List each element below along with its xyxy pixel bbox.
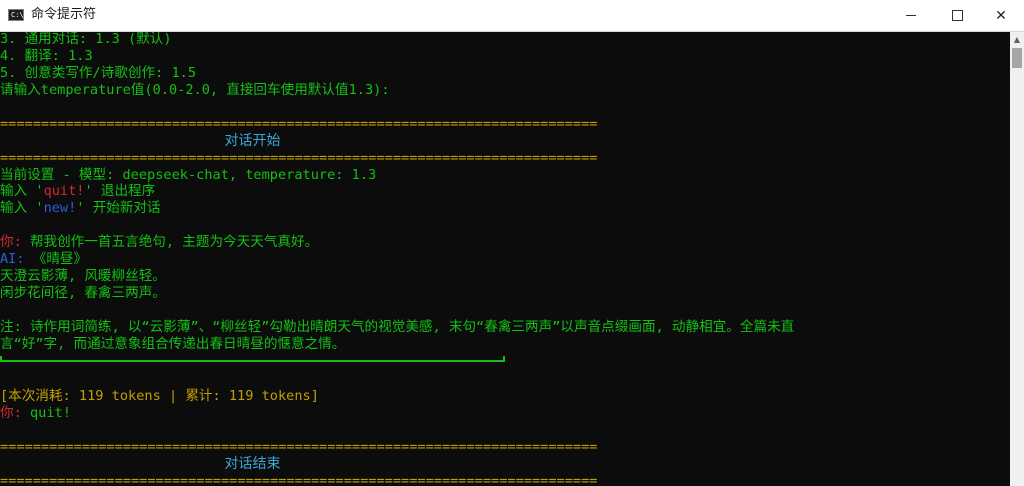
ai-label: AI: (0, 251, 25, 267)
note-line: 注: 诗作用词简练, 以“云影薄”、“柳丝轻”勾勒出晴朗天气的视觉美感, 末句“… (0, 319, 795, 335)
settings-line: 当前设置 - 模型: deepseek-chat, temperature: 1… (0, 167, 377, 183)
terminal-output[interactable]: 3. 通用对话: 1.3 (默认) 4. 翻译: 1.3 5. 创意类写作/诗歌… (0, 32, 1010, 486)
scroll-up-icon[interactable]: ▲ (1010, 32, 1024, 46)
user-text: 帮我创作一首五言绝句, 主题为今天天气真好。 (21, 234, 319, 250)
new-suffix: ' 开始新对话 (76, 200, 161, 216)
vertical-scrollbar[interactable]: ▲ (1010, 32, 1024, 486)
maximize-button[interactable] (934, 0, 980, 31)
quit-command: quit! (43, 183, 85, 199)
tokens-line: [本次消耗: 119 tokens | 累计: 119 tokens] (0, 388, 319, 404)
quit-suffix: ' 退出程序 (84, 183, 156, 199)
new-prefix: 输入 ' (0, 200, 44, 216)
separator-line: ========================================… (0, 473, 598, 486)
minimize-button[interactable] (888, 0, 934, 31)
cmd-app-icon[interactable]: C:\ (8, 9, 24, 21)
user-label: 你: (0, 234, 22, 250)
note-line: 言“好”字, 而通过意象组合传递出春日晴昼的惬意之情。 (0, 336, 346, 352)
minimize-icon (906, 15, 916, 16)
quit-prefix: 输入 ' (0, 183, 44, 199)
new-hint: 输入 'new!' 开始新对话 (0, 200, 161, 217)
new-command: new! (43, 200, 77, 216)
window-title: 命令提示符 (31, 7, 97, 22)
option-line: 5. 创意类写作/诗歌创作: 1.5 (0, 65, 197, 81)
scrollbar-thumb[interactable] (1012, 48, 1022, 68)
option-line: 3. 通用对话: 1.3 (默认) (0, 32, 172, 47)
box-border-bottom (0, 356, 505, 362)
user-quit-line: 你: quit! (0, 405, 71, 422)
option-line: 4. 翻译: 1.3 (0, 48, 93, 64)
app-icon-label: C:\ (11, 11, 24, 19)
close-button[interactable]: ✕ (978, 0, 1024, 31)
separator-line: ========================================… (0, 116, 598, 132)
poem-title: 《晴昼》 (24, 251, 88, 267)
user-message: 你: 帮我创作一首五言绝句, 主题为今天天气真好。 (0, 234, 318, 251)
poem-line: 闲步花间径, 春禽三两声。 (0, 285, 166, 301)
ai-title-line: AI: 《晴昼》 (0, 251, 87, 268)
user-quit-text: quit! (21, 405, 71, 421)
header-start: 对话开始 (224, 133, 281, 149)
header-end: 对话结束 (224, 456, 281, 472)
title-bar[interactable]: C:\ 命令提示符 ✕ (0, 0, 1024, 32)
poem-line: 天澄云影薄, 风暖柳丝轻。 (0, 268, 166, 284)
close-icon: ✕ (995, 7, 1007, 24)
user-label: 你: (0, 405, 22, 421)
temperature-prompt: 请输入temperature值(0.0-2.0, 直接回车使用默认值1.3): (0, 82, 390, 98)
quit-hint: 输入 'quit!' 退出程序 (0, 183, 155, 200)
separator-line: ========================================… (0, 439, 598, 455)
maximize-icon (951, 10, 963, 21)
separator-line: ========================================… (0, 150, 598, 166)
